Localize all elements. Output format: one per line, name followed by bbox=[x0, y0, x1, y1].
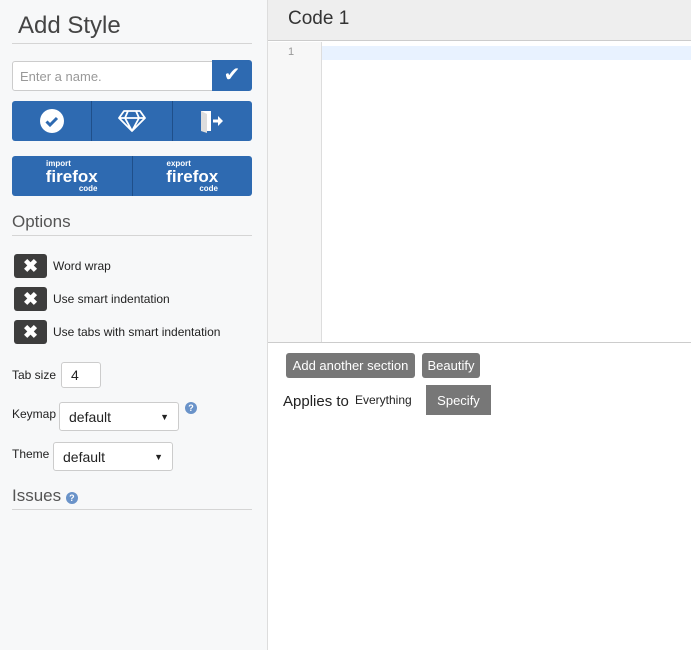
firefox-label: firefox bbox=[45, 166, 98, 186]
tab-size-input[interactable]: 4 bbox=[61, 362, 101, 388]
issues-label: Issues bbox=[12, 486, 62, 505]
option-label: Word wrap bbox=[53, 259, 111, 273]
option-label: Use smart indentation bbox=[53, 292, 170, 306]
import-firefox-code-button[interactable]: import firefox code bbox=[12, 156, 132, 196]
issues-help-icon[interactable]: ? bbox=[65, 492, 78, 504]
word-wrap-toggle[interactable]: ✖ Word wrap bbox=[14, 254, 111, 278]
specify-button[interactable]: Specify bbox=[426, 385, 491, 415]
active-line bbox=[322, 46, 691, 60]
code-label: code bbox=[78, 183, 98, 193]
enable-button[interactable] bbox=[12, 101, 91, 141]
save-button[interactable]: ✔ bbox=[212, 60, 252, 91]
back-to-manager-button[interactable] bbox=[171, 101, 252, 141]
divider bbox=[12, 43, 252, 44]
beautify-button[interactable]: Beautify bbox=[422, 353, 480, 378]
firefox-label: firefox bbox=[166, 166, 219, 186]
theme-select[interactable]: default ▼ bbox=[53, 442, 173, 471]
style-name-input[interactable] bbox=[12, 61, 213, 91]
export-firefox-code-button[interactable]: export firefox code bbox=[131, 156, 253, 196]
diamond-icon bbox=[118, 110, 146, 132]
x-icon: ✖ bbox=[14, 320, 47, 344]
action-buttons bbox=[12, 101, 252, 141]
option-label: Use tabs with smart indentation bbox=[53, 325, 221, 339]
checkmark-icon: ✔ bbox=[223, 64, 241, 86]
issues-heading: Issues ? bbox=[12, 486, 78, 506]
dropdown-arrow-icon: ▼ bbox=[154, 451, 163, 462]
keymap-value: default bbox=[69, 408, 112, 425]
page-title: Add Style bbox=[18, 12, 121, 39]
divider bbox=[12, 235, 252, 236]
firefox-buttons: import firefox code export firefox code bbox=[12, 156, 252, 196]
divider bbox=[268, 342, 691, 343]
tabs-smart-indent-toggle[interactable]: ✖ Use tabs with smart indentation bbox=[14, 320, 220, 344]
line-number: 1 bbox=[288, 46, 295, 58]
usercss-button[interactable] bbox=[91, 101, 171, 141]
section-title: Code 1 bbox=[288, 8, 350, 29]
check-circle-icon bbox=[39, 109, 64, 133]
dropdown-arrow-icon: ▼ bbox=[160, 411, 169, 422]
keymap-label: Keymap bbox=[12, 407, 57, 421]
x-icon: ✖ bbox=[14, 254, 47, 278]
sidebar: Add Style ✔ import firefox code export f… bbox=[0, 0, 268, 650]
keymap-select[interactable]: default ▼ bbox=[59, 402, 179, 431]
applies-to-value: Everything bbox=[355, 393, 412, 407]
applies-to-label: Applies to bbox=[283, 393, 349, 410]
options-heading: Options bbox=[12, 212, 71, 231]
theme-label: Theme bbox=[12, 447, 50, 461]
smart-indent-toggle[interactable]: ✖ Use smart indentation bbox=[14, 287, 170, 311]
keymap-help-icon[interactable]: ? bbox=[185, 402, 197, 414]
theme-value: default bbox=[63, 448, 106, 465]
tab-size-label: Tab size bbox=[12, 368, 57, 382]
line-gutter: 1 bbox=[268, 42, 322, 342]
x-icon: ✖ bbox=[14, 287, 47, 311]
code-label: code bbox=[199, 183, 218, 193]
add-section-button[interactable]: Add another section bbox=[286, 353, 415, 378]
divider bbox=[12, 509, 252, 510]
exit-door-icon bbox=[201, 111, 224, 133]
tab-size-value: 4 bbox=[71, 367, 79, 383]
code-editor[interactable] bbox=[322, 42, 691, 342]
section-header: Code 1 bbox=[268, 0, 691, 41]
